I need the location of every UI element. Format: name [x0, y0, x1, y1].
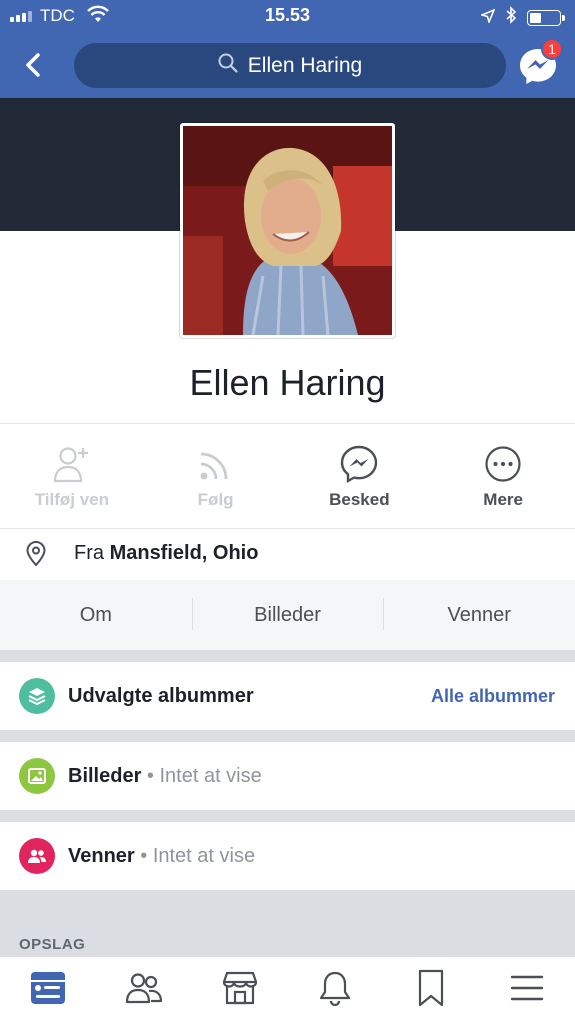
photos-row[interactable]: Billeder • Intet at vise — [0, 742, 575, 810]
status-bar: TDC 15.53 — [0, 0, 575, 34]
section-gap — [0, 730, 575, 742]
hometown-row: Fra Mansfield, Ohio — [0, 529, 575, 579]
tab-friends[interactable]: Venner — [383, 580, 575, 650]
hometown-text: Fra Mansfield, Ohio — [74, 542, 258, 565]
top-bar: TDC 15.53 Ellen Haring 1 — [0, 0, 575, 98]
marketplace-icon — [221, 971, 259, 1010]
section-gap — [0, 810, 575, 822]
friends-icon — [19, 838, 55, 874]
bell-icon — [318, 970, 352, 1011]
back-button[interactable] — [18, 50, 48, 80]
tab-menu[interactable] — [479, 957, 575, 1024]
add-friend-icon — [52, 444, 92, 484]
search-icon — [218, 53, 238, 79]
tab-notifications[interactable] — [287, 957, 383, 1024]
follow-button[interactable]: Følg — [144, 424, 288, 528]
more-icon — [483, 444, 523, 484]
profile-picture[interactable] — [180, 123, 395, 338]
photos-title[interactable]: Billeder • Intet at vise — [68, 765, 262, 788]
tab-news-feed[interactable] — [0, 957, 96, 1024]
bluetooth-icon — [505, 6, 517, 29]
more-button[interactable]: Mere — [431, 424, 575, 528]
bookmark-icon — [417, 969, 445, 1012]
message-button[interactable]: Besked — [288, 424, 432, 528]
add-friend-label: Tilføj ven — [34, 490, 110, 509]
profile-tabs: Om Billeder Venner — [0, 580, 575, 650]
albums-icon — [19, 678, 55, 714]
bottom-tab-bar — [0, 956, 575, 1024]
tab-saved[interactable] — [383, 957, 479, 1024]
follow-icon — [196, 444, 236, 484]
profile-actions: Tilføj ven Følg Besked Mere — [0, 424, 575, 528]
friends-title[interactable]: Venner • Intet at vise — [68, 845, 255, 868]
photos-title-text: Billeder — [68, 764, 142, 787]
follow-label: Følg — [197, 490, 234, 509]
photos-icon — [19, 758, 55, 794]
tab-marketplace[interactable] — [192, 957, 288, 1024]
location-pin-icon — [25, 541, 47, 572]
hometown-prefix: Fra — [74, 542, 104, 564]
photos-empty-text: • Intet at vise — [141, 764, 262, 787]
add-friend-button[interactable]: Tilføj ven — [0, 424, 144, 528]
location-arrow-icon — [479, 8, 496, 28]
messenger-icon — [339, 444, 379, 484]
hamburger-menu-icon — [510, 974, 544, 1007]
friends-icon — [125, 972, 163, 1009]
posts-header: OPSLAG — [19, 936, 86, 953]
featured-albums-row[interactable]: Udvalgte albummer Alle albummer — [0, 662, 575, 730]
friends-empty-text: • Intet at vise — [134, 844, 256, 867]
search-text: Ellen Haring — [247, 53, 363, 77]
tab-photos[interactable]: Billeder — [191, 580, 384, 650]
featured-albums-title[interactable]: Udvalgte albummer — [68, 685, 254, 708]
hometown-place[interactable]: Mansfield, Ohio — [110, 542, 259, 564]
section-gap — [0, 650, 575, 662]
tab-friend-requests[interactable] — [96, 957, 192, 1024]
more-label: Mere — [483, 490, 523, 509]
search-bar[interactable]: Ellen Haring — [74, 43, 506, 88]
friends-title-text: Venner — [68, 844, 135, 867]
tab-about[interactable]: Om — [0, 580, 192, 650]
messenger-button[interactable]: 1 — [515, 38, 563, 88]
friends-row[interactable]: Venner • Intet at vise — [0, 822, 575, 890]
battery-icon — [527, 9, 565, 26]
profile-name: Ellen Haring — [189, 362, 386, 403]
all-albums-link[interactable]: Alle albummer — [431, 686, 555, 707]
notification-badge: 1 — [541, 38, 563, 60]
posts-section: OPSLAG — [0, 890, 575, 956]
message-label: Besked — [329, 490, 390, 509]
news-feed-icon — [30, 971, 66, 1010]
